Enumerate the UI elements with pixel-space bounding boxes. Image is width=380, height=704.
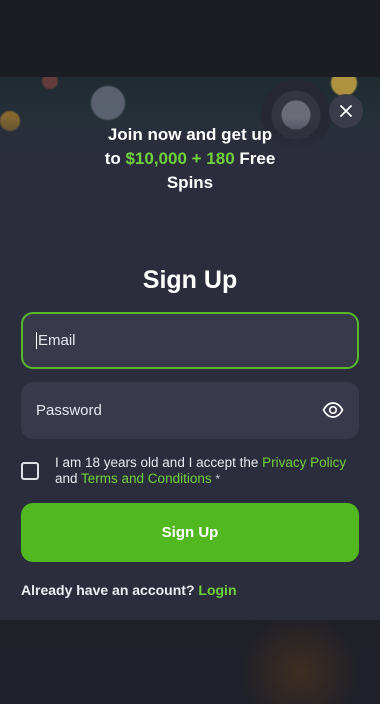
sign-up-button[interactable]: Sign Up <box>21 503 359 562</box>
text-caret <box>36 332 37 349</box>
toggle-password-visibility-button[interactable] <box>322 399 344 421</box>
login-prompt-text: Already have an account? <box>21 582 195 598</box>
email-field[interactable]: Email <box>21 312 359 369</box>
eye-icon <box>322 402 344 418</box>
required-mark: * <box>215 472 221 486</box>
consent-and: and <box>55 471 82 486</box>
promo-line-1: Join now and get up <box>107 125 273 144</box>
password-placeholder: Password <box>36 402 102 419</box>
signup-modal: Join now and get up to $10,000 + 180 Fre… <box>0 77 380 620</box>
age-consent-label: I am 18 years old and I accept the Priva… <box>55 455 355 487</box>
promo-bonus-amount: $10,000 + 180 <box>125 149 235 168</box>
promo-text: Join now and get up to $10,000 + 180 Fre… <box>40 123 340 195</box>
email-placeholder: Email <box>38 332 76 349</box>
promo-line-2-prefix: to <box>104 149 126 168</box>
login-prompt: Already have an account? Login <box>21 582 237 598</box>
promo-line-3: Spins <box>166 173 214 192</box>
email-field-content: Email <box>36 314 76 367</box>
password-field[interactable]: Password <box>21 382 359 439</box>
login-link[interactable]: Login <box>198 582 236 598</box>
promo-line-2-suffix: Free <box>234 149 276 168</box>
terms-and-conditions-link[interactable]: Terms and Conditions <box>81 471 212 486</box>
form-title: Sign Up <box>142 266 238 294</box>
privacy-policy-link[interactable]: Privacy Policy <box>262 455 346 470</box>
consent-text: I am 18 years old and I accept the <box>55 455 263 470</box>
close-icon <box>340 105 352 117</box>
promo-line-2: to $10,000 + 180 Free <box>40 147 340 171</box>
age-consent-checkbox[interactable] <box>21 462 39 480</box>
